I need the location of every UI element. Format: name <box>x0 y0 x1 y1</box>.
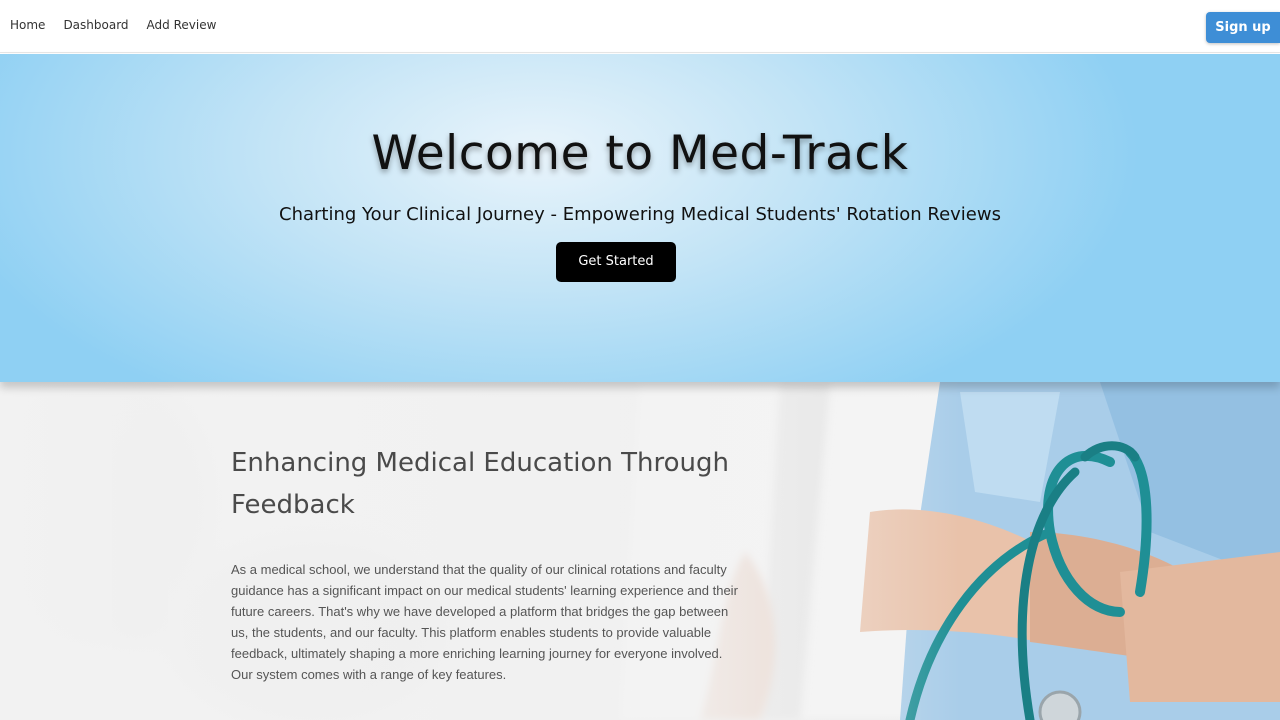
feature-heading: Enhancing Medical Education Through Feed… <box>231 448 729 520</box>
top-navbar: Home Dashboard Add Review Sign up <box>0 0 1280 53</box>
nav-link-add-review[interactable]: Add Review <box>147 18 217 32</box>
hero-subtitle: Charting Your Clinical Journey - Empower… <box>279 204 1001 225</box>
hero-title: Welcome to Med-Track <box>371 126 909 181</box>
nav-link-home[interactable]: Home <box>10 18 45 32</box>
get-started-button[interactable]: Get Started <box>556 242 676 282</box>
signup-button[interactable]: Sign up <box>1206 12 1280 43</box>
feature-body: As a medical school, we understand that … <box>231 562 738 682</box>
feature-section: Enhancing Medical Education Through Feed… <box>0 382 1280 720</box>
nav-links: Home Dashboard Add Review <box>10 18 216 32</box>
nav-link-dashboard[interactable]: Dashboard <box>63 18 128 32</box>
hero-section: Welcome to Med-Track Charting Your Clini… <box>0 54 1280 382</box>
